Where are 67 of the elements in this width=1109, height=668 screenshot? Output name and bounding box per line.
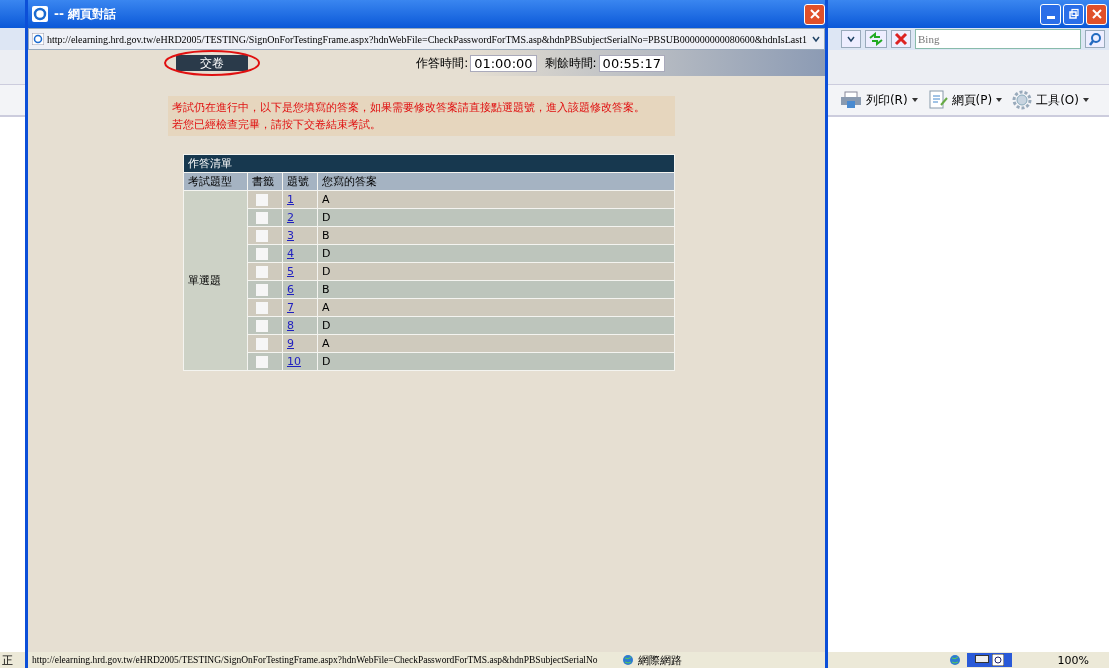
bookmark-checkbox[interactable]: [256, 284, 268, 296]
minimize-icon: [1046, 16, 1055, 19]
caret-icon: [1083, 98, 1089, 102]
notice-text: 考試仍在進行中，以下是您填寫的答案，如果需要修改答案請直接點選題號，進入該題修改答案。: [172, 100, 646, 116]
page-icon: [32, 33, 44, 45]
close-icon: [1090, 8, 1103, 20]
dropdown-icon: [811, 34, 821, 44]
dialog-title: -- 網頁對話: [54, 5, 117, 23]
question-link[interactable]: 7: [287, 301, 294, 314]
bookmark-checkbox[interactable]: [256, 248, 268, 260]
stop-button[interactable]: [891, 30, 911, 48]
gear-icon: [1012, 90, 1033, 110]
question-link[interactable]: 1: [287, 193, 294, 206]
bookmark-checkbox[interactable]: [256, 338, 268, 350]
question-link[interactable]: 8: [287, 319, 294, 332]
search-button[interactable]: [1085, 30, 1105, 48]
question-link[interactable]: 9: [287, 337, 294, 350]
bookmark-checkbox[interactable]: [256, 212, 268, 224]
table-cell: 單選題: [183, 190, 248, 371]
keyboard-icon: [974, 654, 989, 664]
timer-field: 00:55:17: [598, 54, 665, 72]
arrows-icon: [868, 32, 884, 46]
table-title: 作答清單: [183, 154, 675, 173]
browser-icon: [32, 6, 48, 22]
close-button[interactable]: [804, 3, 825, 25]
globe-icon: [948, 654, 961, 666]
caret-icon: [996, 98, 1003, 102]
bookmark-checkbox[interactable]: [256, 230, 268, 242]
bookmark-checkbox[interactable]: [256, 266, 268, 278]
printer-icon: [839, 91, 862, 109]
submit-button[interactable]: 交卷: [176, 55, 248, 71]
stop-icon: [894, 32, 908, 46]
zoom-level[interactable]: 100%: [1057, 653, 1089, 667]
question-link[interactable]: 2: [287, 211, 294, 224]
search-icon: [1088, 32, 1102, 46]
page-icon: [927, 90, 948, 110]
toolbar-button[interactable]: 列印(R): [839, 91, 918, 109]
bookmark-checkbox[interactable]: [256, 194, 268, 206]
dropdown-button[interactable]: [841, 30, 861, 48]
close-button[interactable]: [1086, 3, 1107, 25]
language-bar[interactable]: [966, 653, 1012, 667]
bookmark-checkbox[interactable]: [256, 356, 268, 368]
restore-button[interactable]: [1063, 3, 1084, 25]
question-link[interactable]: 5: [287, 265, 294, 278]
timer-label: 剩餘時間:: [544, 54, 597, 72]
timer-label: 作答時間:: [416, 54, 469, 72]
status-url: http://elearning.hrd.gov.tw/eHRD2005/TESTING/SignOnForTestingFrame.aspx?hdnWebFile=CheckPasswordForTMS.asp&hdnPBSubjectSerialNo: [32, 655, 598, 665]
toolbar-button[interactable]: 網頁(P): [927, 90, 1003, 110]
help-icon: [991, 654, 1004, 666]
question-link[interactable]: 3: [287, 229, 294, 242]
bookmark-checkbox[interactable]: [256, 302, 268, 314]
caret-icon: [846, 34, 856, 44]
zone-text: 網際網路: [637, 652, 682, 668]
toolbar-button[interactable]: 工具(O): [1012, 90, 1089, 110]
close-icon: [808, 8, 821, 20]
bookmark-checkbox[interactable]: [256, 320, 268, 332]
question-link[interactable]: 6: [287, 283, 294, 296]
globe-icon: [621, 654, 634, 666]
status-text: 正: [1, 652, 13, 668]
notice-text: 若您已經檢查完畢，請按下交卷結束考試。: [172, 117, 382, 133]
restore-icon: [1067, 8, 1080, 20]
search-field[interactable]: Bing: [915, 29, 1081, 49]
caret-icon: [911, 98, 918, 102]
minimize-button[interactable]: [1040, 3, 1061, 25]
address-text: http://elearning.hrd.gov.tw/eHRD2005/TESTING/SignOnForTestingFrame.aspx?hdnWebFile=CheckPasswordForTMS.asp&hdnPBSubjectSerialNo=PBSUB000000000080600&hdnIsLast1: [47, 33, 808, 45]
timer-field: 01:00:00: [470, 54, 537, 72]
question-link[interactable]: 4: [287, 247, 294, 260]
